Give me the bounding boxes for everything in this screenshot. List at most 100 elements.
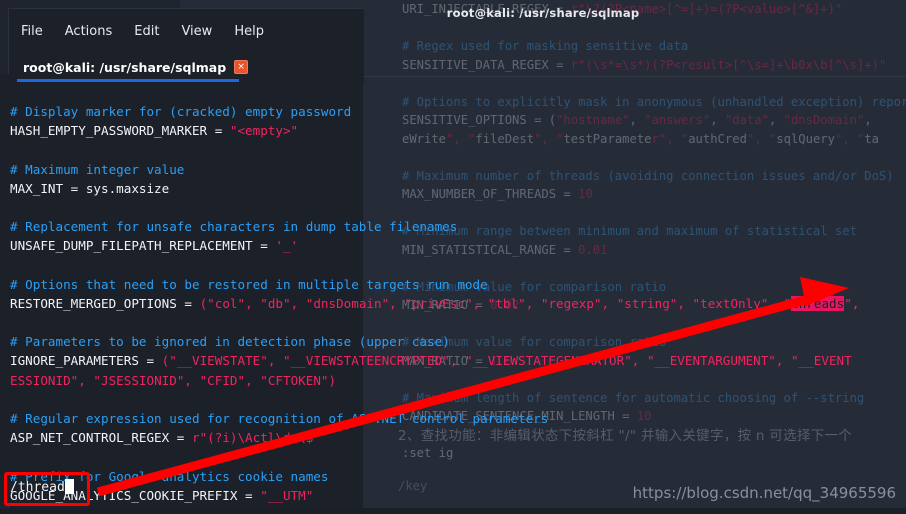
background-token: r"\?(?P<name>[^=]+)=(?P<value>[^&]+)" [570, 2, 843, 16]
terminal-token: "CFID" [199, 372, 246, 388]
search-prompt-text: /thread [10, 480, 65, 495]
terminal-token: ESSIONID" [10, 372, 79, 388]
terminal-line: # Parameters to be ignored in detection … [10, 332, 859, 351]
terminal-line: # Maximum integer value [10, 160, 859, 179]
terminal-token: "db" [260, 295, 291, 311]
menu-item-help[interactable]: Help [234, 24, 264, 39]
menu-item-file[interactable]: File [21, 24, 43, 39]
terminal-token: "privEsc" [404, 295, 473, 311]
terminal-token: , [290, 295, 306, 311]
terminal-token: HASH_EMPTY_PASSWORD_MARKER = [10, 123, 230, 139]
terminal-line: # Replacement for unsafe characters in d… [10, 217, 859, 236]
terminal-token: # Maximum integer value [10, 161, 185, 177]
background-terminal-line: SENSITIVE_DATA_REGEX = r"(\s*=\s*)(?P<re… [402, 56, 906, 75]
terminal-line: # Options that need to be restored in mu… [10, 275, 859, 294]
terminal-token: "__EVENT [791, 353, 852, 369]
terminal-token: MAX_INT = sys.maxsize [10, 180, 170, 196]
terminal-line: MAX_INT = sys.maxsize [10, 179, 859, 198]
terminal-token: "JSESSIONID" [93, 372, 185, 388]
terminal-line: # Regular expression used for recognitio… [10, 409, 859, 428]
terminal-token: , [245, 295, 261, 311]
terminal-line: IGNORE_PARAMETERS = ("__VIEWSTATE", "__V… [10, 351, 859, 370]
terminal-token: "tbl" [487, 295, 526, 311]
terminal-token: "textOnly" [692, 295, 769, 311]
terminal-line: RESTORE_MERGED_OPTIONS = ("col", "db", "… [10, 294, 859, 313]
terminal-token: RESTORE_MERGED_OPTIONS = [10, 295, 200, 311]
search-prompt[interactable]: /thread [10, 479, 74, 495]
menu-bar: File Actions Edit View Help [9, 9, 364, 53]
terminal-text-area[interactable]: # Display marker for (cracked) empty pas… [0, 74, 859, 506]
terminal-token: , [184, 372, 200, 388]
tab-label: root@kali: /usr/share/sqlmap [23, 59, 227, 75]
terminal-line: ASP_NET_CONTROL_REGEX = r"(?i)\Actl\d+\$… [10, 428, 859, 447]
terminal-token: , [78, 372, 94, 388]
terminal-token: "string" [616, 295, 678, 311]
watermark: https://blog.csdn.net/qq_34965596 [632, 484, 896, 502]
desktop-bottom-strip [0, 508, 906, 514]
menu-item-edit[interactable]: Edit [134, 24, 159, 39]
background-token: URI_INJECTABLE_REGEX = [402, 2, 571, 16]
background-token: SENSITIVE_DATA_REGEX = [402, 57, 571, 72]
terminal-token: "__VIEWSTATEGENERATOR" [464, 353, 632, 369]
terminal-token: # Display marker for (cracked) empty pas… [10, 104, 352, 119]
terminal-token: , [472, 295, 488, 311]
terminal-line: UNSAFE_DUMP_FILEPATH_REPLACEMENT = '_' [10, 236, 859, 255]
terminal-line: ESSIONID", "JSESSIONID", "CFID", "CFTOKE… [10, 371, 859, 390]
background-token: ta [864, 131, 880, 146]
terminal-token: , [449, 353, 465, 369]
terminal-tab[interactable]: root@kali: /usr/share/sqlmap × [17, 53, 254, 81]
terminal-line: # Prefix for Google analytics cookie nam… [10, 467, 859, 486]
search-match-highlight: threads [791, 295, 845, 311]
terminal-token: # Replacement for unsafe characters in d… [10, 219, 458, 235]
terminal-token: "regexp" [540, 295, 602, 311]
terminal-token: r"(?i)\Actl\d+\$" [191, 430, 321, 446]
terminal-token: , [677, 295, 693, 311]
terminal-token: "__VIEWSTATEENCRYPTED" [283, 353, 450, 369]
terminal-token: , [851, 295, 860, 311]
terminal-token: , [245, 372, 261, 388]
screenshot-root: root@kali: /usr/share/sqlmap URI_INJECTA… [0, 0, 906, 514]
terminal-token: '_' [275, 238, 299, 254]
terminal-token: " [783, 295, 792, 311]
close-icon[interactable]: × [234, 60, 249, 74]
terminal-token: , [601, 295, 617, 311]
terminal-token: # Options that need to be restored in mu… [10, 276, 488, 292]
tab-bar: root@kali: /usr/share/sqlmap × [9, 53, 364, 83]
terminal-token: IGNORE_PARAMETERS = [10, 353, 162, 369]
terminal-lines: # Display marker for (cracked) empty pas… [10, 102, 859, 514]
terminal-token: "CFTOKEN" [260, 372, 329, 388]
terminal-token: "<empty>" [229, 123, 299, 139]
menu-item-view[interactable]: View [181, 24, 212, 39]
terminal-token: , [389, 295, 405, 311]
background-terminal-line: URI_INJECTABLE_REGEX = r"\?(?P<name>[^=]… [402, 0, 906, 19]
terminal-line: HASH_EMPTY_PASSWORD_MARKER = "<empty>" [10, 121, 859, 140]
text-cursor [64, 479, 74, 494]
terminal-token: , [267, 353, 283, 369]
tab-active-indicator [17, 79, 239, 82]
terminal-token: , [525, 295, 541, 311]
terminal-token: " [844, 295, 852, 311]
terminal-token: ) [328, 372, 337, 388]
terminal-token: , [631, 353, 647, 369]
terminal-token: # Parameters to be ignored in detection … [10, 334, 450, 350]
terminal-token: "__UTM" [260, 487, 314, 503]
terminal-token: UNSAFE_DUMP_FILEPATH_REPLACEMENT = [10, 238, 276, 254]
background-token: , [864, 113, 872, 127]
terminal-token: , [775, 353, 792, 369]
terminal-token: "__VIEWSTATE" [169, 353, 268, 369]
terminal-line: # Display marker for (cracked) empty pas… [10, 102, 859, 121]
background-terminal-line [402, 74, 906, 93]
menu-item-actions[interactable]: Actions [65, 24, 113, 39]
background-terminal-line [402, 19, 906, 38]
terminal-token: "col" [207, 295, 246, 311]
terminal-token: "dnsDomain" [305, 295, 390, 311]
terminal-token: ASP_NET_CONTROL_REGEX = [10, 430, 192, 446]
terminal-token: # Regular expression used for recognitio… [10, 411, 549, 426]
background-token: r"(\s*=\s*)(?P<result>[^\s=]+\b0x\b[^\s]… [570, 57, 887, 72]
